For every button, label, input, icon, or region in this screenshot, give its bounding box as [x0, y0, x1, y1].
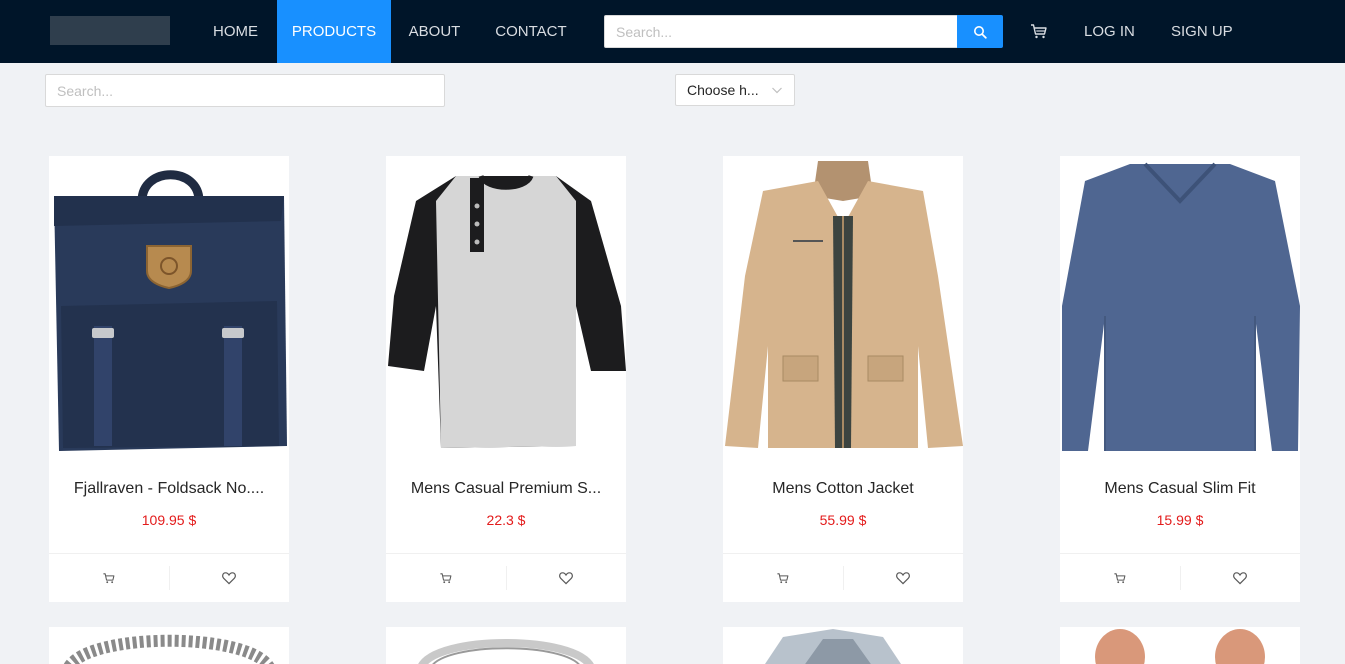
top-navbar: HOME PRODUCTS ABOUT CONTACT LOG IN SIGN … [0, 0, 1345, 63]
search-icon [974, 25, 987, 39]
add-to-cart-button[interactable] [386, 566, 506, 590]
nav-contact[interactable]: CONTACT [478, 0, 584, 63]
header-search-button[interactable] [957, 15, 1003, 48]
product-price: 15.99 $ [1156, 512, 1204, 528]
product-actions [49, 553, 289, 602]
chevron-down-icon [772, 87, 782, 94]
product-title[interactable]: Mens Casual Premium S... [386, 480, 626, 498]
add-to-wishlist-button[interactable] [842, 566, 964, 590]
product-price: 109.95 $ [141, 512, 197, 528]
heart-icon [559, 572, 574, 585]
product-image-slim-fit-tee[interactable] [1060, 156, 1300, 456]
product-image-diamond-ring[interactable] [723, 627, 963, 664]
header-search [604, 15, 1003, 48]
shopping-cart-icon [103, 573, 115, 584]
product-card[interactable] [386, 627, 626, 664]
heart-icon [896, 572, 911, 585]
product-image-bracelet[interactable] [49, 627, 289, 664]
product-image-backpack[interactable] [49, 156, 289, 456]
product-actions [1060, 553, 1300, 602]
nav-home[interactable]: HOME [194, 0, 277, 63]
shopping-cart-icon [777, 573, 789, 584]
product-title[interactable]: Mens Casual Slim Fit [1060, 480, 1300, 498]
add-to-wishlist-button[interactable] [1179, 566, 1301, 590]
product-actions [723, 553, 963, 602]
product-card[interactable]: Mens Casual Premium S... 22.3 $ [386, 156, 626, 602]
logo[interactable] [50, 16, 170, 45]
product-search-input[interactable] [45, 74, 445, 107]
heart-icon [222, 572, 237, 585]
product-card[interactable] [1060, 627, 1300, 664]
shopping-cart-icon[interactable] [1029, 21, 1049, 41]
add-to-cart-button[interactable] [1060, 566, 1180, 590]
header-search-input[interactable] [604, 15, 957, 48]
nav-about[interactable]: ABOUT [391, 0, 478, 63]
login-link[interactable]: LOG IN [1084, 0, 1135, 63]
add-to-cart-button[interactable] [723, 566, 843, 590]
add-to-wishlist-button[interactable] [168, 566, 290, 590]
add-to-cart-button[interactable] [49, 566, 169, 590]
product-title[interactable]: Mens Cotton Jacket [723, 480, 963, 498]
product-card[interactable]: Mens Casual Slim Fit 15.99 $ [1060, 156, 1300, 602]
category-select[interactable]: Choose h... [675, 74, 795, 106]
product-image-ring[interactable] [386, 627, 626, 664]
product-card[interactable]: Fjallraven - Foldsack No.... 109.95 $ [49, 156, 289, 602]
shopping-cart-icon [1114, 573, 1126, 584]
product-image-raglan-shirt[interactable] [386, 156, 626, 456]
nav-products[interactable]: PRODUCTS [277, 0, 391, 63]
signup-link[interactable]: SIGN UP [1171, 0, 1233, 63]
product-title[interactable]: Fjallraven - Foldsack No.... [49, 480, 289, 498]
shopping-cart-icon [440, 573, 452, 584]
category-select-value: Choose h... [687, 82, 759, 98]
product-image-earrings[interactable] [1060, 627, 1300, 664]
product-image-cotton-jacket[interactable] [723, 156, 963, 456]
product-card[interactable] [49, 627, 289, 664]
add-to-wishlist-button[interactable] [505, 566, 627, 590]
product-card[interactable]: Mens Cotton Jacket 55.99 $ [723, 156, 963, 602]
product-price: 22.3 $ [486, 512, 526, 528]
heart-icon [1233, 572, 1248, 585]
product-card[interactable] [723, 627, 963, 664]
product-price: 55.99 $ [819, 512, 867, 528]
product-actions [386, 553, 626, 602]
